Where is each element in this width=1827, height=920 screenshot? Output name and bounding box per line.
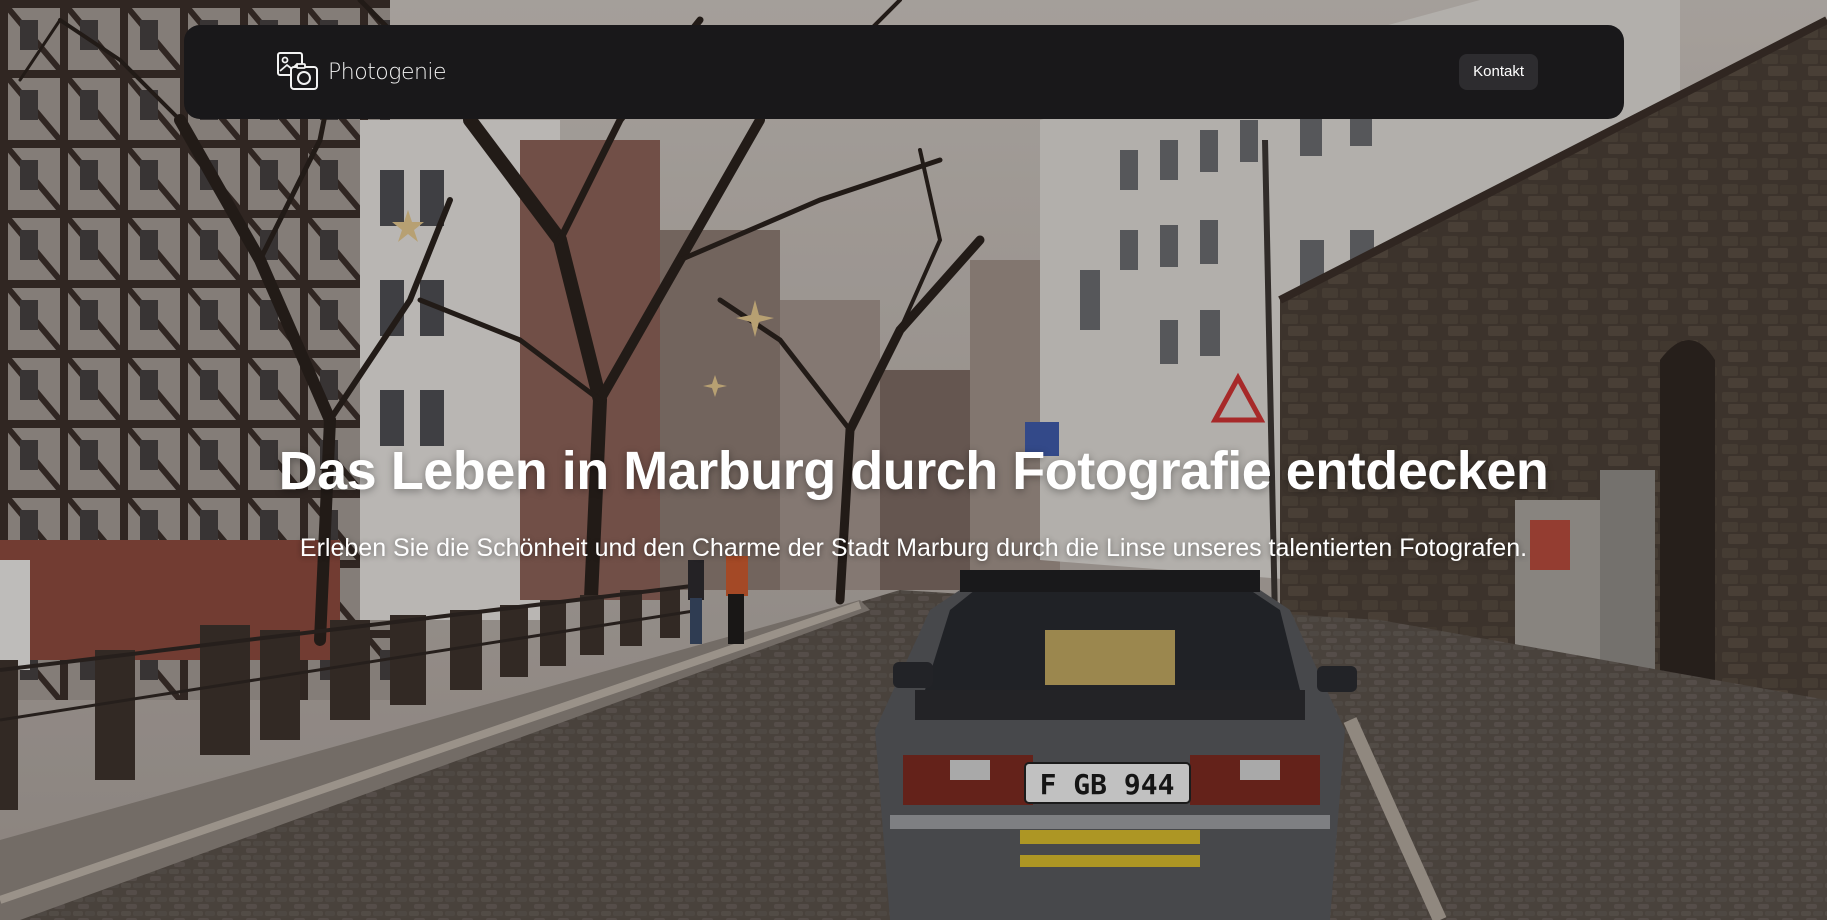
hero-content: Das Leben in Marburg durch Fotografie en…	[0, 440, 1827, 564]
brand-logo[interactable]: Photogenie	[276, 50, 447, 94]
contact-button[interactable]: Kontakt	[1459, 54, 1538, 90]
photo-camera-icon	[276, 51, 320, 93]
hero-subtitle: Erleben Sie die Schönheit und den Charme…	[299, 534, 1528, 562]
brand-name: Photogenie	[328, 59, 447, 85]
top-navbar: Photogenie Kontakt	[184, 25, 1624, 119]
hero-title: Das Leben in Marburg durch Fotografie en…	[278, 441, 1549, 501]
hero-section: F GB 944 Photogenie Kontakt Das Leben in…	[0, 0, 1827, 920]
